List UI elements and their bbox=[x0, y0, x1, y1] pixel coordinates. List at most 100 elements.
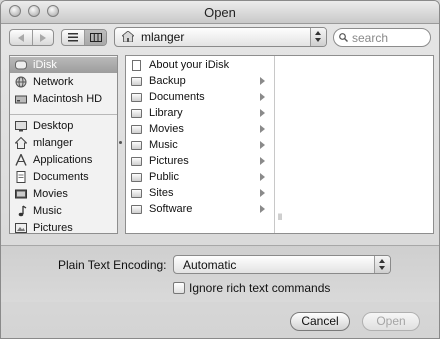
sidebar-item-label: Movies bbox=[33, 188, 68, 200]
title-bar: Open bbox=[1, 1, 439, 24]
movies-icon bbox=[15, 188, 27, 200]
disclosure-arrow-icon bbox=[260, 93, 265, 101]
sidebar-item-applications[interactable]: Applications bbox=[10, 152, 117, 168]
back-button[interactable] bbox=[10, 30, 32, 45]
sidebar-item-desktop[interactable]: Desktop bbox=[10, 118, 117, 134]
sidebar-item-label: Documents bbox=[33, 171, 89, 183]
disclosure-arrow-icon bbox=[260, 173, 265, 181]
idisk-icon bbox=[15, 59, 27, 71]
sidebar-separator bbox=[10, 114, 117, 115]
list-item-label: Backup bbox=[149, 75, 186, 87]
popup-arrows-icon bbox=[374, 256, 390, 273]
back-arrow-icon bbox=[18, 33, 24, 42]
folder-icon bbox=[131, 76, 142, 86]
forward-arrow-icon bbox=[40, 33, 46, 42]
sidebar: iDisk Network Macintosh HD Desktop mlang… bbox=[9, 55, 118, 234]
sidebar-item-label: Pictures bbox=[33, 222, 73, 234]
desktop-icon bbox=[15, 120, 27, 132]
folder-icon bbox=[131, 204, 142, 214]
list-item[interactable]: Library bbox=[126, 105, 273, 121]
back-forward-control bbox=[9, 29, 54, 46]
list-item[interactable]: Movies bbox=[126, 121, 273, 137]
disclosure-arrow-icon bbox=[260, 125, 265, 133]
sidebar-item-idisk[interactable]: iDisk bbox=[10, 57, 117, 73]
disclosure-arrow-icon bbox=[260, 109, 265, 117]
browser-column: About your iDisk Backup Documents Librar… bbox=[126, 56, 275, 233]
sidebar-item-label: Desktop bbox=[33, 120, 74, 132]
open-button[interactable]: Open bbox=[362, 312, 420, 331]
list-item-label: Software bbox=[149, 203, 193, 215]
list-item-label: Sites bbox=[149, 187, 174, 199]
path-popup-value: mlanger bbox=[141, 30, 185, 44]
list-item-label: Library bbox=[149, 107, 183, 119]
list-view-button[interactable] bbox=[62, 30, 84, 45]
list-item[interactable]: Backup bbox=[126, 73, 273, 89]
column-view-button[interactable] bbox=[85, 30, 106, 45]
sidebar-item-label: Music bbox=[33, 205, 62, 217]
pictures-icon bbox=[15, 222, 27, 234]
sidebar-item-label: Macintosh HD bbox=[33, 93, 103, 105]
list-item-label: About your iDisk bbox=[149, 59, 230, 71]
list-item[interactable]: Documents bbox=[126, 89, 273, 105]
path-popup[interactable]: mlanger bbox=[114, 27, 327, 47]
sidebar-item-pictures[interactable]: Pictures bbox=[10, 220, 117, 236]
documents-icon bbox=[15, 171, 27, 183]
applications-icon bbox=[15, 152, 27, 166]
disclosure-arrow-icon bbox=[260, 205, 265, 213]
sidebar-item-network[interactable]: Network bbox=[10, 74, 117, 90]
home-folder-icon bbox=[122, 31, 134, 42]
list-view-icon bbox=[68, 33, 78, 42]
file-browser: About your iDisk Backup Documents Librar… bbox=[125, 55, 434, 234]
sidebar-splitter-handle[interactable] bbox=[119, 141, 122, 144]
disclosure-arrow-icon bbox=[260, 141, 265, 149]
list-item-label: Music bbox=[149, 139, 178, 151]
open-dialog: Open mlanger search iDisk Network Macint… bbox=[0, 0, 440, 339]
ignore-rich-text-label[interactable]: Ignore rich text commands bbox=[189, 281, 330, 295]
folder-icon bbox=[131, 124, 142, 134]
home-icon bbox=[14, 136, 28, 149]
sidebar-item-label: Applications bbox=[33, 154, 93, 166]
hard-drive-icon bbox=[15, 93, 27, 105]
list-item-label: Pictures bbox=[149, 155, 189, 167]
list-item-label: Movies bbox=[149, 123, 184, 135]
search-field[interactable]: search bbox=[333, 28, 431, 47]
view-mode-control bbox=[61, 29, 107, 46]
disclosure-arrow-icon bbox=[260, 157, 265, 165]
sidebar-item-label: Network bbox=[33, 76, 74, 88]
encoding-label: Plain Text Encoding: bbox=[58, 258, 167, 272]
list-item-label: Public bbox=[149, 171, 179, 183]
list-item[interactable]: Music bbox=[126, 137, 273, 153]
sidebar-item-movies[interactable]: Movies bbox=[10, 186, 117, 202]
cancel-button[interactable]: Cancel bbox=[290, 312, 350, 331]
window-title: Open bbox=[204, 5, 236, 20]
sidebar-item-documents[interactable]: Documents bbox=[10, 169, 117, 185]
list-item[interactable]: Public bbox=[126, 169, 273, 185]
ignore-rich-text-checkbox[interactable] bbox=[173, 282, 185, 294]
folder-icon bbox=[131, 92, 142, 102]
document-icon bbox=[132, 59, 141, 71]
list-item[interactable]: Pictures bbox=[126, 153, 273, 169]
folder-icon bbox=[131, 172, 142, 182]
list-item[interactable]: Software bbox=[126, 201, 273, 217]
encoding-popup[interactable]: Automatic bbox=[173, 255, 391, 274]
search-placeholder: search bbox=[352, 31, 389, 45]
column-view-icon bbox=[89, 33, 102, 42]
encoding-popup-value: Automatic bbox=[183, 258, 237, 272]
search-icon bbox=[339, 33, 348, 42]
disclosure-arrow-icon bbox=[260, 189, 265, 197]
sidebar-item-mlanger[interactable]: mlanger bbox=[10, 135, 117, 151]
folder-icon bbox=[131, 108, 142, 118]
forward-button[interactable] bbox=[33, 30, 53, 45]
music-icon bbox=[15, 205, 27, 217]
sidebar-item-music[interactable]: Music bbox=[10, 203, 117, 219]
sidebar-item-label: iDisk bbox=[33, 59, 57, 71]
list-item[interactable]: About your iDisk bbox=[126, 57, 273, 73]
list-item-label: Documents bbox=[149, 91, 205, 103]
column-resize-handle-icon[interactable]: ll bbox=[278, 212, 282, 222]
network-icon bbox=[15, 76, 27, 88]
sidebar-item-macintosh-hd[interactable]: Macintosh HD bbox=[10, 91, 117, 107]
list-item[interactable]: Sites bbox=[126, 185, 273, 201]
folder-icon bbox=[131, 140, 142, 150]
folder-icon bbox=[131, 188, 142, 198]
popup-arrows-icon bbox=[310, 28, 326, 46]
